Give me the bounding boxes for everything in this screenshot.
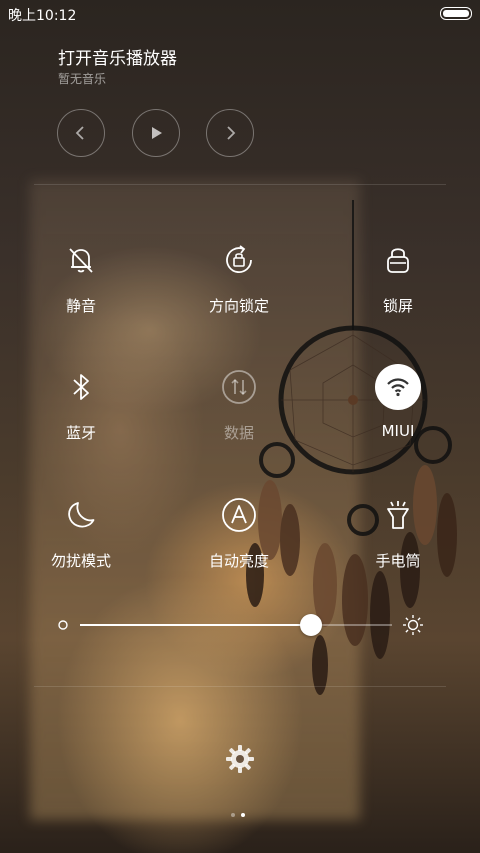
- toggle-auto-brightness[interactable]: 自动亮度: [179, 492, 299, 571]
- bluetooth-icon: [73, 374, 89, 400]
- toggle-mobile-data[interactable]: 数据: [179, 364, 299, 443]
- divider: [34, 686, 446, 687]
- wifi-icon: [387, 378, 409, 397]
- notification-shade: 晚上10:12 打开音乐播放器 暂无音乐 静音 方向锁定 锁屏 蓝牙 数据 MI…: [0, 0, 480, 853]
- brightness-slider[interactable]: [80, 614, 392, 636]
- toggle-label: 静音: [65, 297, 96, 315]
- toggle-label: 勿扰模式: [50, 552, 111, 570]
- toggle-label: 自动亮度: [208, 552, 269, 570]
- rotation-lock-icon: [226, 245, 252, 274]
- battery-icon: [440, 7, 472, 20]
- play-icon: [152, 127, 162, 139]
- gear-icon: [226, 745, 254, 773]
- chevron-left-icon: [75, 126, 84, 140]
- page-indicator: [228, 812, 252, 820]
- toggle-label: 蓝牙: [65, 424, 96, 442]
- toggle-label: MIUI: [381, 422, 415, 440]
- auto-brightness-icon: [222, 498, 256, 532]
- toggle-lock-screen[interactable]: 锁屏: [338, 237, 458, 316]
- music-player-subtitle: 暂无音乐: [58, 72, 107, 86]
- brightness-slider-fill: [80, 624, 311, 626]
- toggle-rotation-lock[interactable]: 方向锁定: [179, 237, 299, 316]
- lock-icon: [387, 248, 409, 273]
- toggle-mute[interactable]: 静音: [21, 237, 141, 316]
- page-dot: [231, 813, 235, 817]
- toggle-bluetooth[interactable]: 蓝牙: [21, 364, 141, 443]
- toggle-label: 锁屏: [382, 297, 413, 315]
- moon-icon: [68, 502, 95, 528]
- toggle-do-not-disturb[interactable]: 勿扰模式: [21, 492, 141, 571]
- wifi-active-bg: [375, 364, 421, 410]
- previous-track-button[interactable]: [57, 109, 105, 157]
- battery-fill: [443, 10, 469, 17]
- play-button[interactable]: [132, 109, 180, 157]
- status-bar: 晚上10:12: [0, 0, 480, 28]
- bell-off-icon: [69, 248, 93, 273]
- toggle-label: 手电筒: [375, 552, 421, 570]
- toggle-flashlight[interactable]: 手电筒: [338, 492, 458, 571]
- flashlight-icon: [387, 501, 409, 529]
- settings-button[interactable]: [222, 741, 258, 777]
- mobile-data-icon: [222, 370, 256, 404]
- toggle-wifi[interactable]: MIUI: [338, 364, 458, 440]
- next-track-button[interactable]: [206, 109, 254, 157]
- toggle-label: 方向锁定: [208, 297, 269, 315]
- brightness-low-icon: [58, 620, 68, 630]
- brightness-slider-thumb[interactable]: [300, 614, 322, 636]
- toggle-label: 数据: [223, 424, 254, 442]
- music-player-title[interactable]: 打开音乐播放器: [58, 44, 177, 69]
- brightness-high-icon: [403, 615, 423, 635]
- chevron-right-icon: [227, 126, 236, 140]
- page-dot: [241, 813, 245, 817]
- status-time: 晚上10:12: [8, 8, 77, 24]
- divider: [34, 184, 446, 185]
